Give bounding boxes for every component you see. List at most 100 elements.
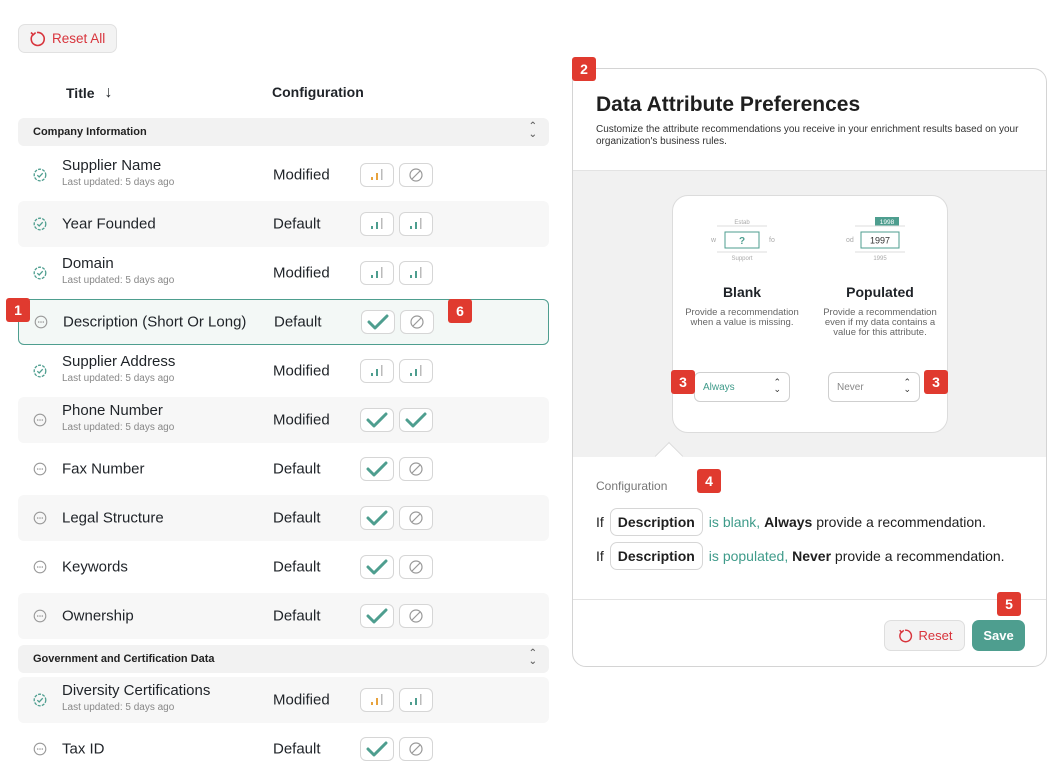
signal-bars-icon[interactable] <box>360 688 394 712</box>
populated-description: Provide a recommendation even if my data… <box>823 307 937 338</box>
signal-bars-icon[interactable] <box>360 212 394 236</box>
checkmark-icon[interactable] <box>360 457 394 481</box>
attribute-row[interactable]: Year Founded Default <box>18 201 549 247</box>
preference-buttons <box>361 310 434 334</box>
last-updated-text: Last updated: 5 days ago <box>62 373 175 384</box>
sort-down-icon[interactable]: ↓ <box>105 84 113 102</box>
checkmark-icon[interactable] <box>360 737 394 761</box>
configuration-status: Default <box>273 558 321 576</box>
attribute-row[interactable]: Diversity Certifications Last updated: 5 … <box>18 677 549 723</box>
never-icon[interactable] <box>399 457 433 481</box>
attribute-row[interactable]: Domain Last updated: 5 days ago Modified <box>18 250 549 296</box>
attribute-row[interactable]: Tax ID Default <box>18 726 549 772</box>
preference-buttons <box>360 688 433 712</box>
configuration-status: Default <box>273 740 321 758</box>
attribute-row[interactable]: Supplier Name Last updated: 5 days ago Mod… <box>18 152 549 198</box>
annotation-badge: 2 <box>572 57 596 81</box>
never-icon[interactable] <box>399 604 433 628</box>
attribute-row[interactable]: Keywords Default <box>18 544 549 590</box>
sentence-is: is <box>708 548 719 564</box>
reset-button[interactable]: Reset <box>884 620 965 651</box>
column-title-label: Title <box>66 85 95 101</box>
pending-icon <box>34 315 48 329</box>
blank-select-value: Always <box>703 381 735 393</box>
blank-title: Blank <box>722 284 762 300</box>
signal-bars-icon[interactable] <box>360 261 394 285</box>
svg-text:od: od <box>846 237 854 244</box>
svg-text:?: ? <box>739 236 745 247</box>
attribute-row[interactable]: Fax Number Default <box>18 446 549 492</box>
signal-bars-icon[interactable] <box>399 359 433 383</box>
preferences-panel: Data Attribute Preferences Customize the… <box>572 68 1047 667</box>
signal-bars-icon[interactable] <box>399 261 433 285</box>
attribute-chip: Description <box>609 542 703 570</box>
never-icon[interactable] <box>399 737 433 761</box>
group-label: Company Information <box>33 126 147 138</box>
never-icon[interactable] <box>400 310 434 334</box>
select-chevron-icon: ⌃ ⌄ <box>903 377 911 394</box>
group-sort-icon[interactable]: ⌃ ⌄ <box>529 649 537 667</box>
populated-illustration: 1998 od 1997 1995 <box>846 217 905 262</box>
checkmark-icon[interactable] <box>360 604 394 628</box>
checkmark-icon[interactable] <box>360 506 394 530</box>
annotation-badge: 5 <box>997 592 1021 616</box>
svg-text:1997: 1997 <box>870 236 890 246</box>
verified-icon <box>33 168 47 182</box>
checkmark-icon[interactable] <box>399 408 433 432</box>
save-label: Save <box>983 628 1014 643</box>
sentence-rule: Always <box>764 514 813 530</box>
attribute-chip: Description <box>609 508 703 536</box>
configuration-status: Default <box>273 215 321 233</box>
signal-bars-icon[interactable] <box>360 359 394 383</box>
reset-all-button[interactable]: Reset All <box>18 24 118 53</box>
annotation-badge: 3 <box>924 370 948 394</box>
config-sentence-blank: If Description is blank, Always provide … <box>596 508 986 536</box>
configuration-status: Modified <box>273 166 330 184</box>
group-header: Government and Certification Data ⌃ ⌄ <box>18 645 549 673</box>
signal-bars-icon[interactable] <box>399 688 433 712</box>
signal-bars-icon[interactable] <box>360 163 394 187</box>
attribute-row[interactable]: Legal Structure Default <box>18 495 549 541</box>
blank-select[interactable]: Always ⌃ ⌄ <box>694 372 790 402</box>
verified-icon <box>33 693 47 707</box>
populated-select[interactable]: Never ⌃ ⌄ <box>828 372 920 402</box>
never-icon[interactable] <box>399 506 433 530</box>
save-button[interactable]: Save <box>972 620 1025 651</box>
column-header-title[interactable]: Title ↓ <box>66 84 113 102</box>
svg-text:Support: Support <box>731 256 752 262</box>
configuration-status: Modified <box>273 264 330 282</box>
checkmark-icon[interactable] <box>361 310 395 334</box>
signal-bars-icon[interactable] <box>399 212 433 236</box>
options-area: Estab w ? fo Support Blank Provide a rec… <box>573 170 1046 457</box>
attribute-row[interactable]: Ownership Default <box>18 593 549 639</box>
preference-buttons <box>360 261 433 285</box>
svg-text:1998: 1998 <box>880 219 895 226</box>
sentence-state: blank, <box>722 514 761 530</box>
checkmark-icon[interactable] <box>360 555 394 579</box>
configuration-status: Modified <box>273 411 330 429</box>
attribute-row[interactable]: Supplier Address Last updated: 5 days ago… <box>18 348 549 394</box>
configuration-status: Modified <box>273 691 330 709</box>
attribute-row[interactable]: Phone Number Last updated: 5 days ago Modi… <box>18 397 549 443</box>
group-sort-icon[interactable]: ⌃ ⌄ <box>529 122 537 140</box>
pending-icon <box>33 560 47 574</box>
never-icon[interactable] <box>399 163 433 187</box>
never-icon[interactable] <box>399 555 433 579</box>
sentence-state: populated, <box>722 548 789 564</box>
sentence-rule: Never <box>792 548 832 564</box>
populated-title: Populated <box>846 284 914 300</box>
attribute-name: Tax ID <box>62 740 105 758</box>
attribute-name: Supplier Name <box>62 157 162 174</box>
preference-buttons <box>360 163 433 187</box>
configuration-status: Default <box>273 509 321 527</box>
pending-icon <box>33 742 47 756</box>
reset-icon <box>898 629 912 642</box>
attribute-name: Keywords <box>62 558 128 576</box>
attribute-name: Description (Short Or Long) <box>63 313 247 331</box>
pending-icon <box>33 511 47 525</box>
footer-divider <box>573 599 1046 600</box>
checkmark-icon[interactable] <box>360 408 394 432</box>
last-updated-text: Last updated: 5 days ago <box>62 702 175 713</box>
group-label: Government and Certification Data <box>33 653 215 665</box>
reset-all-label: Reset All <box>52 31 106 46</box>
